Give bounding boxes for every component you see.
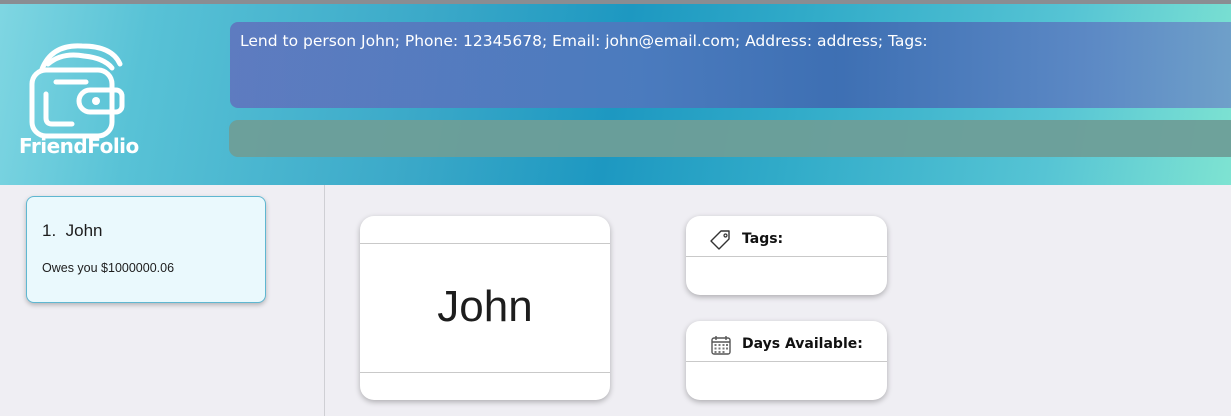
result-display: Lend to person John; Phone: 12345678; Em… — [230, 22, 1231, 108]
days-available-title: Days Available: — [742, 336, 863, 352]
calendar-icon — [711, 336, 731, 355]
card-divider — [360, 372, 610, 373]
card-divider — [360, 243, 610, 244]
header: FriendFolio Lend to person John; Phone: … — [0, 4, 1231, 185]
command-input[interactable] — [229, 120, 1231, 157]
card-divider — [686, 256, 887, 257]
app-logo-text: FriendFolio — [19, 134, 139, 158]
person-name: 1. John — [42, 221, 103, 241]
result-text: Lend to person John; Phone: 12345678; Em… — [240, 32, 928, 50]
person-balance: Owes you $1000000.06 — [42, 261, 175, 275]
tag-icon — [710, 230, 730, 250]
person-name-text: John — [65, 221, 103, 240]
panel-divider — [324, 185, 325, 416]
person-list-item[interactable]: 1. John Owes you $1000000.06 — [26, 196, 266, 303]
detail-name: John — [437, 282, 533, 331]
days-available-card: Days Available: — [686, 321, 887, 400]
person-name-card: John — [360, 216, 610, 400]
card-divider — [686, 361, 887, 362]
tags-title: Tags: — [742, 231, 784, 247]
tags-card: Tags: — [686, 216, 887, 295]
person-index: 1. — [42, 221, 57, 240]
